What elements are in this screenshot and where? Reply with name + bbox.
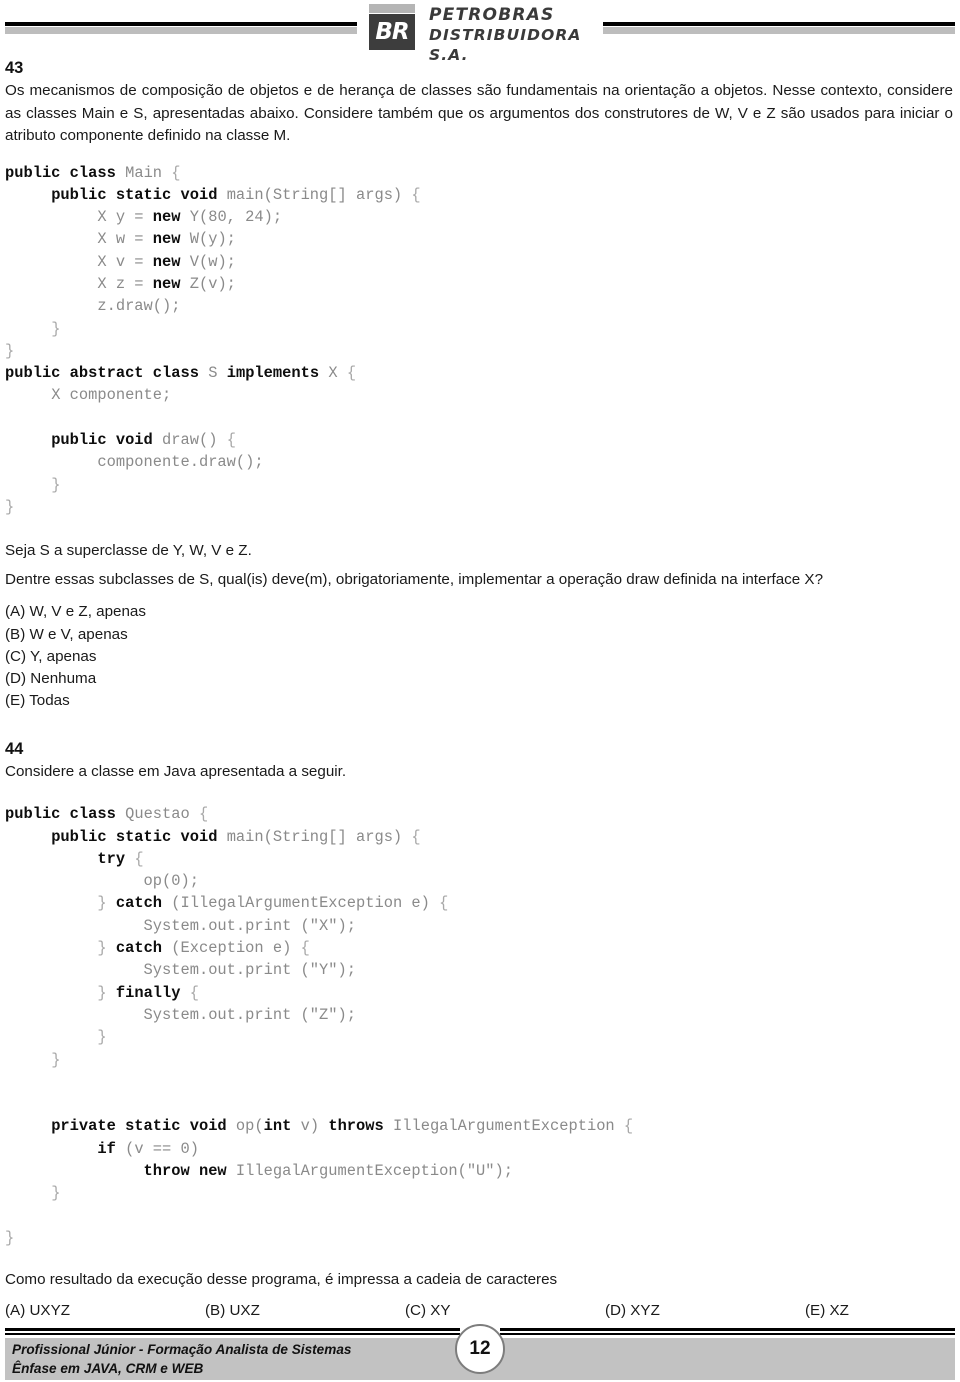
- footer-line-1: Profissional Júnior - Formação Analista …: [12, 1342, 352, 1357]
- footer-rule-left-line2: [5, 1333, 460, 1335]
- code-line: public static void main(String[] args) {: [51, 827, 421, 846]
- question-43-statement: Os mecanismos de composição de objetos e…: [5, 82, 953, 144]
- header-rule-left: [5, 22, 357, 34]
- footer-rule-left: [5, 1328, 460, 1337]
- footer-rule-left-line1: [5, 1328, 460, 1331]
- code-line: }: [51, 1184, 61, 1203]
- code-line: }: [51, 1050, 61, 1069]
- code-line: } finally {: [97, 983, 200, 1002]
- code-line: private static void op(int v) throws Ill…: [51, 1117, 634, 1136]
- question-43-premise: Seja S a superclasse de Y, W, V e Z.: [5, 542, 252, 560]
- footer-rule-right-line2: [500, 1333, 955, 1335]
- code-line: public static void main(String[] args) {: [51, 185, 421, 204]
- code-line: X v = new V(w);: [97, 252, 236, 271]
- code-line: } catch (Exception e) {: [97, 939, 310, 958]
- footer-rule-right: [500, 1328, 955, 1337]
- header-rule-left-black: [5, 22, 357, 26]
- question-43-number: 43: [5, 59, 24, 77]
- code-line: }: [97, 1028, 107, 1047]
- code-line: throw new IllegalArgumentException("U");: [143, 1161, 513, 1180]
- footer-rule-right-line1: [500, 1328, 955, 1331]
- page-header: BR PETROBRAS DISTRIBUIDORA S.A.: [0, 0, 960, 64]
- question-43-prompt: Dentre essas subclasses de S, qual(is) d…: [5, 570, 824, 588]
- option-b[interactable]: (B) W e V, apenas: [5, 624, 955, 646]
- petrobras-distribuidora-logo: BR PETROBRAS DISTRIBUIDORA S.A.: [357, 0, 607, 64]
- header-rule-right-gray: [603, 27, 955, 34]
- page-footer: Profissional Júnior - Formação Analista …: [0, 1318, 960, 1382]
- logo-top-bar: [369, 4, 415, 13]
- code-line: X componente;: [51, 386, 172, 405]
- footer-exam-title: Profissional Júnior - Formação Analista …: [12, 1340, 351, 1378]
- code-line: X y = new Y(80, 24);: [97, 208, 283, 227]
- header-rule-right-black: [603, 22, 955, 26]
- br-logo-icon: BR: [369, 14, 415, 50]
- code-line: }: [5, 497, 15, 516]
- code-line: z.draw();: [97, 297, 181, 316]
- code-line: }: [5, 1228, 15, 1247]
- question-44-prompt: Como resultado da execução desse program…: [5, 1271, 558, 1289]
- code-line: }: [5, 341, 15, 360]
- code-line: X z = new Z(v);: [97, 274, 236, 293]
- code-line: System.out.print ("X");: [143, 916, 356, 935]
- code-line: op(0);: [143, 872, 199, 891]
- code-line: System.out.print ("Z");: [143, 1005, 356, 1024]
- question-43: 43 Os mecanismos de composição de objeto…: [5, 58, 955, 713]
- brand-name-petrobras: PETROBRAS: [429, 5, 555, 25]
- page-content: 43 Os mecanismos de composição de objeto…: [5, 58, 955, 1322]
- code-line: componente.draw();: [97, 453, 264, 472]
- question-44: 44 Considere a classe em Java apresentad…: [5, 739, 955, 1322]
- code-line: X w = new W(y);: [97, 230, 236, 249]
- code-line: public class Main {: [5, 163, 181, 182]
- question-44-statement: Considere a classe em Java apresentada a…: [5, 762, 347, 780]
- brand-wordmark: PETROBRAS DISTRIBUIDORA S.A.: [429, 5, 607, 65]
- code-line: public class Questao {: [5, 805, 209, 824]
- code-line: if (v == 0): [97, 1139, 199, 1158]
- question-44-code-block: public class Questao { public static voi…: [5, 803, 955, 1249]
- option-e[interactable]: (E) Todas: [5, 690, 955, 712]
- code-line: public void draw() {: [51, 431, 236, 450]
- footer-line-2: Ênfase em JAVA, CRM e WEB: [12, 1361, 204, 1376]
- header-rule-right: [603, 22, 955, 34]
- question-43-options: (A) W, V e Z, apenas (B) W e V, apenas (…: [5, 601, 955, 712]
- code-line: }: [51, 319, 61, 338]
- code-line: public abstract class S implements X {: [5, 364, 357, 383]
- code-line: System.out.print ("Y");: [143, 961, 356, 980]
- page-number-badge: 12: [455, 1324, 505, 1374]
- option-d[interactable]: (D) Nenhuma: [5, 668, 955, 690]
- code-line: }: [51, 475, 61, 494]
- option-c[interactable]: (C) Y, apenas: [5, 646, 955, 668]
- option-a[interactable]: (A) W, V e Z, apenas: [5, 601, 955, 623]
- question-43-code-block: public class Main { public static void m…: [5, 162, 955, 519]
- header-rule-left-gray: [5, 27, 357, 34]
- code-line: } catch (IllegalArgumentException e) {: [97, 894, 449, 913]
- code-line: try {: [97, 849, 144, 868]
- question-44-number: 44: [5, 739, 24, 758]
